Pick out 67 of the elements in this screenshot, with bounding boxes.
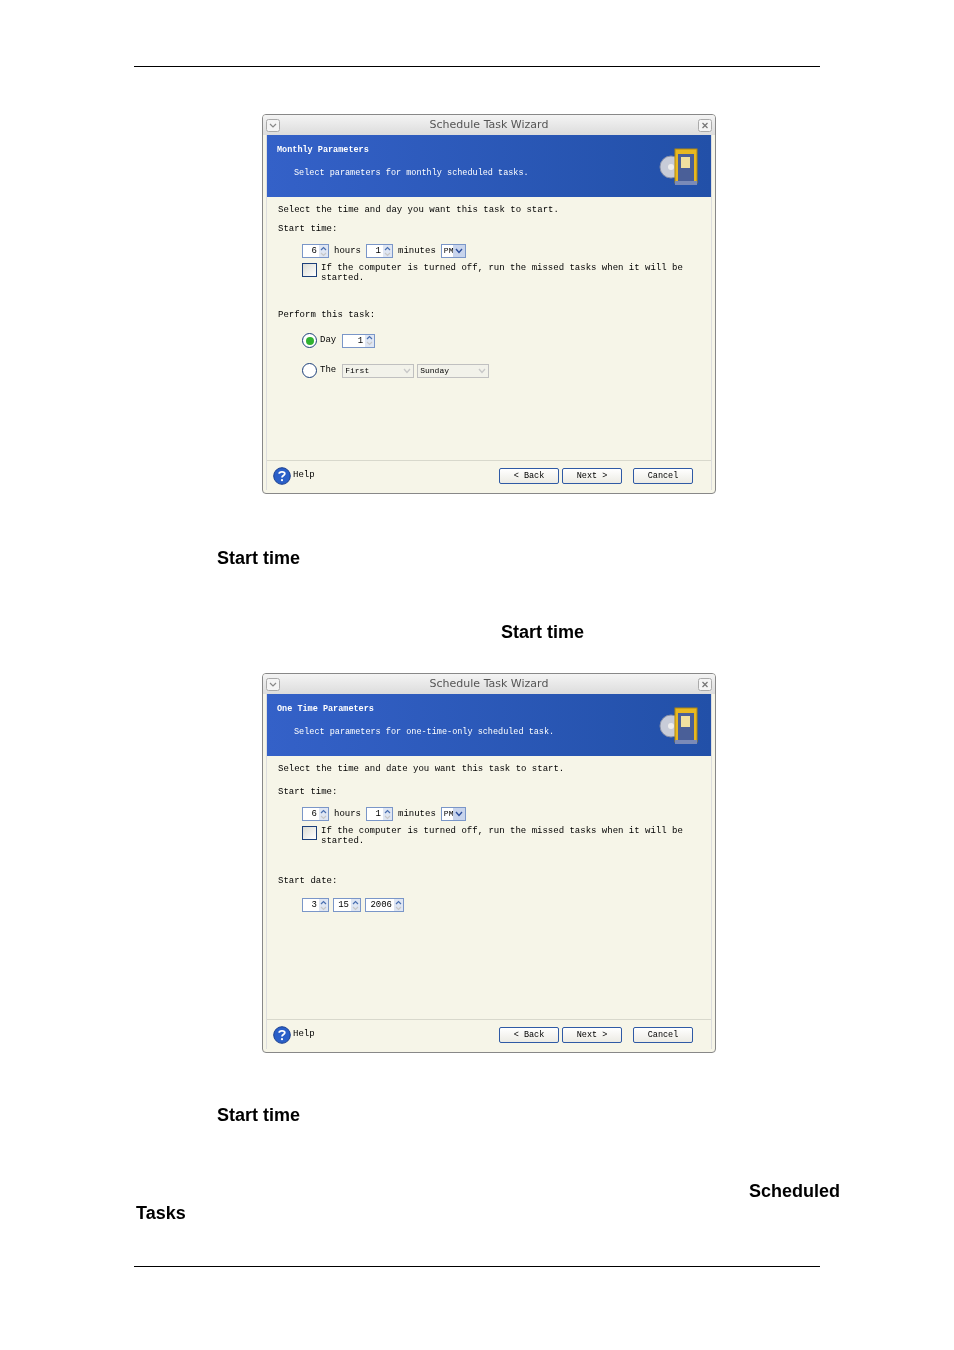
button[interactable]: < Back bbox=[499, 467, 559, 484]
label: Start time: bbox=[278, 787, 339, 798]
wizard-icon bbox=[659, 704, 699, 746]
caret-icon[interactable] bbox=[454, 248, 463, 254]
heading-text: Start time bbox=[501, 621, 585, 643]
heading-text: Scheduled bbox=[748, 1180, 840, 1202]
spin-box[interactable]: 3 bbox=[302, 898, 329, 912]
checkbox-label: If the computer is turned off, run the missed tasks when it will be started. bbox=[321, 826, 684, 846]
checkbox-label: If the computer is turned off, run the missed tasks when it will be started. bbox=[321, 263, 684, 283]
label: hours bbox=[334, 808, 361, 820]
help-button[interactable]: Help bbox=[293, 468, 315, 483]
button[interactable]: Next > bbox=[562, 467, 622, 484]
button[interactable]: Cancel bbox=[633, 467, 693, 484]
label: hours bbox=[334, 245, 361, 257]
header-title: Monthly Parameters bbox=[277, 145, 370, 156]
heading-text: Start time bbox=[217, 1104, 301, 1126]
label: minutes bbox=[398, 808, 436, 820]
checkbox[interactable] bbox=[302, 263, 317, 277]
spin-arrows-icon[interactable] bbox=[320, 808, 327, 820]
radio-button[interactable] bbox=[302, 333, 317, 348]
radio-button[interactable] bbox=[302, 363, 317, 378]
button[interactable]: Cancel bbox=[633, 1026, 693, 1043]
close-icon[interactable] bbox=[698, 118, 712, 132]
dropdown[interactable]: Sunday bbox=[417, 363, 490, 378]
caret-icon[interactable] bbox=[454, 811, 463, 817]
button[interactable]: < Back bbox=[499, 1026, 559, 1043]
wizard-icon bbox=[659, 145, 699, 187]
heading-text: Start time bbox=[217, 547, 301, 569]
dropdown[interactable]: First bbox=[342, 363, 415, 378]
spin-box[interactable]: 1 bbox=[366, 244, 393, 258]
help-button[interactable]: Help bbox=[293, 1027, 315, 1042]
header-subtitle: Select parameters for monthly scheduled tasks. bbox=[293, 167, 530, 179]
label: Select the time and day you want this task to start. bbox=[278, 205, 560, 216]
spin-box[interactable]: 1 bbox=[342, 333, 376, 348]
spin-arrows-icon[interactable] bbox=[320, 899, 327, 911]
label: Start time: bbox=[278, 224, 339, 235]
checkbox[interactable] bbox=[302, 826, 317, 840]
spin-box[interactable]: 15 bbox=[333, 898, 361, 912]
window-title: Schedule Task Wizard bbox=[428, 675, 550, 692]
close-icon[interactable] bbox=[698, 677, 712, 691]
heading-text: Tasks bbox=[136, 1202, 186, 1224]
spin-box[interactable]: 6 bbox=[302, 807, 329, 821]
spin-box[interactable]: 6 bbox=[302, 244, 329, 258]
menu-icon[interactable] bbox=[266, 118, 280, 132]
label: Day bbox=[320, 335, 337, 346]
spin-arrows-icon[interactable] bbox=[320, 245, 327, 257]
help-icon[interactable] bbox=[273, 466, 291, 485]
header-subtitle: Select parameters for one-time-only scheduled task. bbox=[293, 726, 556, 738]
label: minutes bbox=[398, 245, 436, 257]
spin-arrows-icon[interactable] bbox=[366, 335, 374, 346]
dropdown[interactable]: PM bbox=[440, 244, 466, 258]
spin-arrows-icon[interactable] bbox=[384, 808, 391, 820]
label: Select the time and date you want this task to start. bbox=[278, 764, 566, 775]
spin-box[interactable]: 1 bbox=[366, 807, 393, 821]
button[interactable]: Next > bbox=[562, 1026, 622, 1043]
help-icon[interactable] bbox=[273, 1025, 291, 1044]
spin-arrows-icon[interactable] bbox=[384, 245, 391, 257]
header-title: One Time Parameters bbox=[277, 704, 375, 715]
spin-arrows-icon[interactable] bbox=[352, 899, 359, 911]
dropdown[interactable]: PM bbox=[440, 807, 466, 821]
spin-box[interactable]: 2006 bbox=[365, 898, 404, 912]
spin-arrows-icon[interactable] bbox=[395, 899, 402, 911]
menu-icon[interactable] bbox=[266, 677, 280, 691]
label: Start date: bbox=[278, 876, 339, 887]
label: Perform this task: bbox=[278, 310, 377, 321]
label: The bbox=[320, 365, 337, 376]
window-title: Schedule Task Wizard bbox=[428, 116, 550, 133]
